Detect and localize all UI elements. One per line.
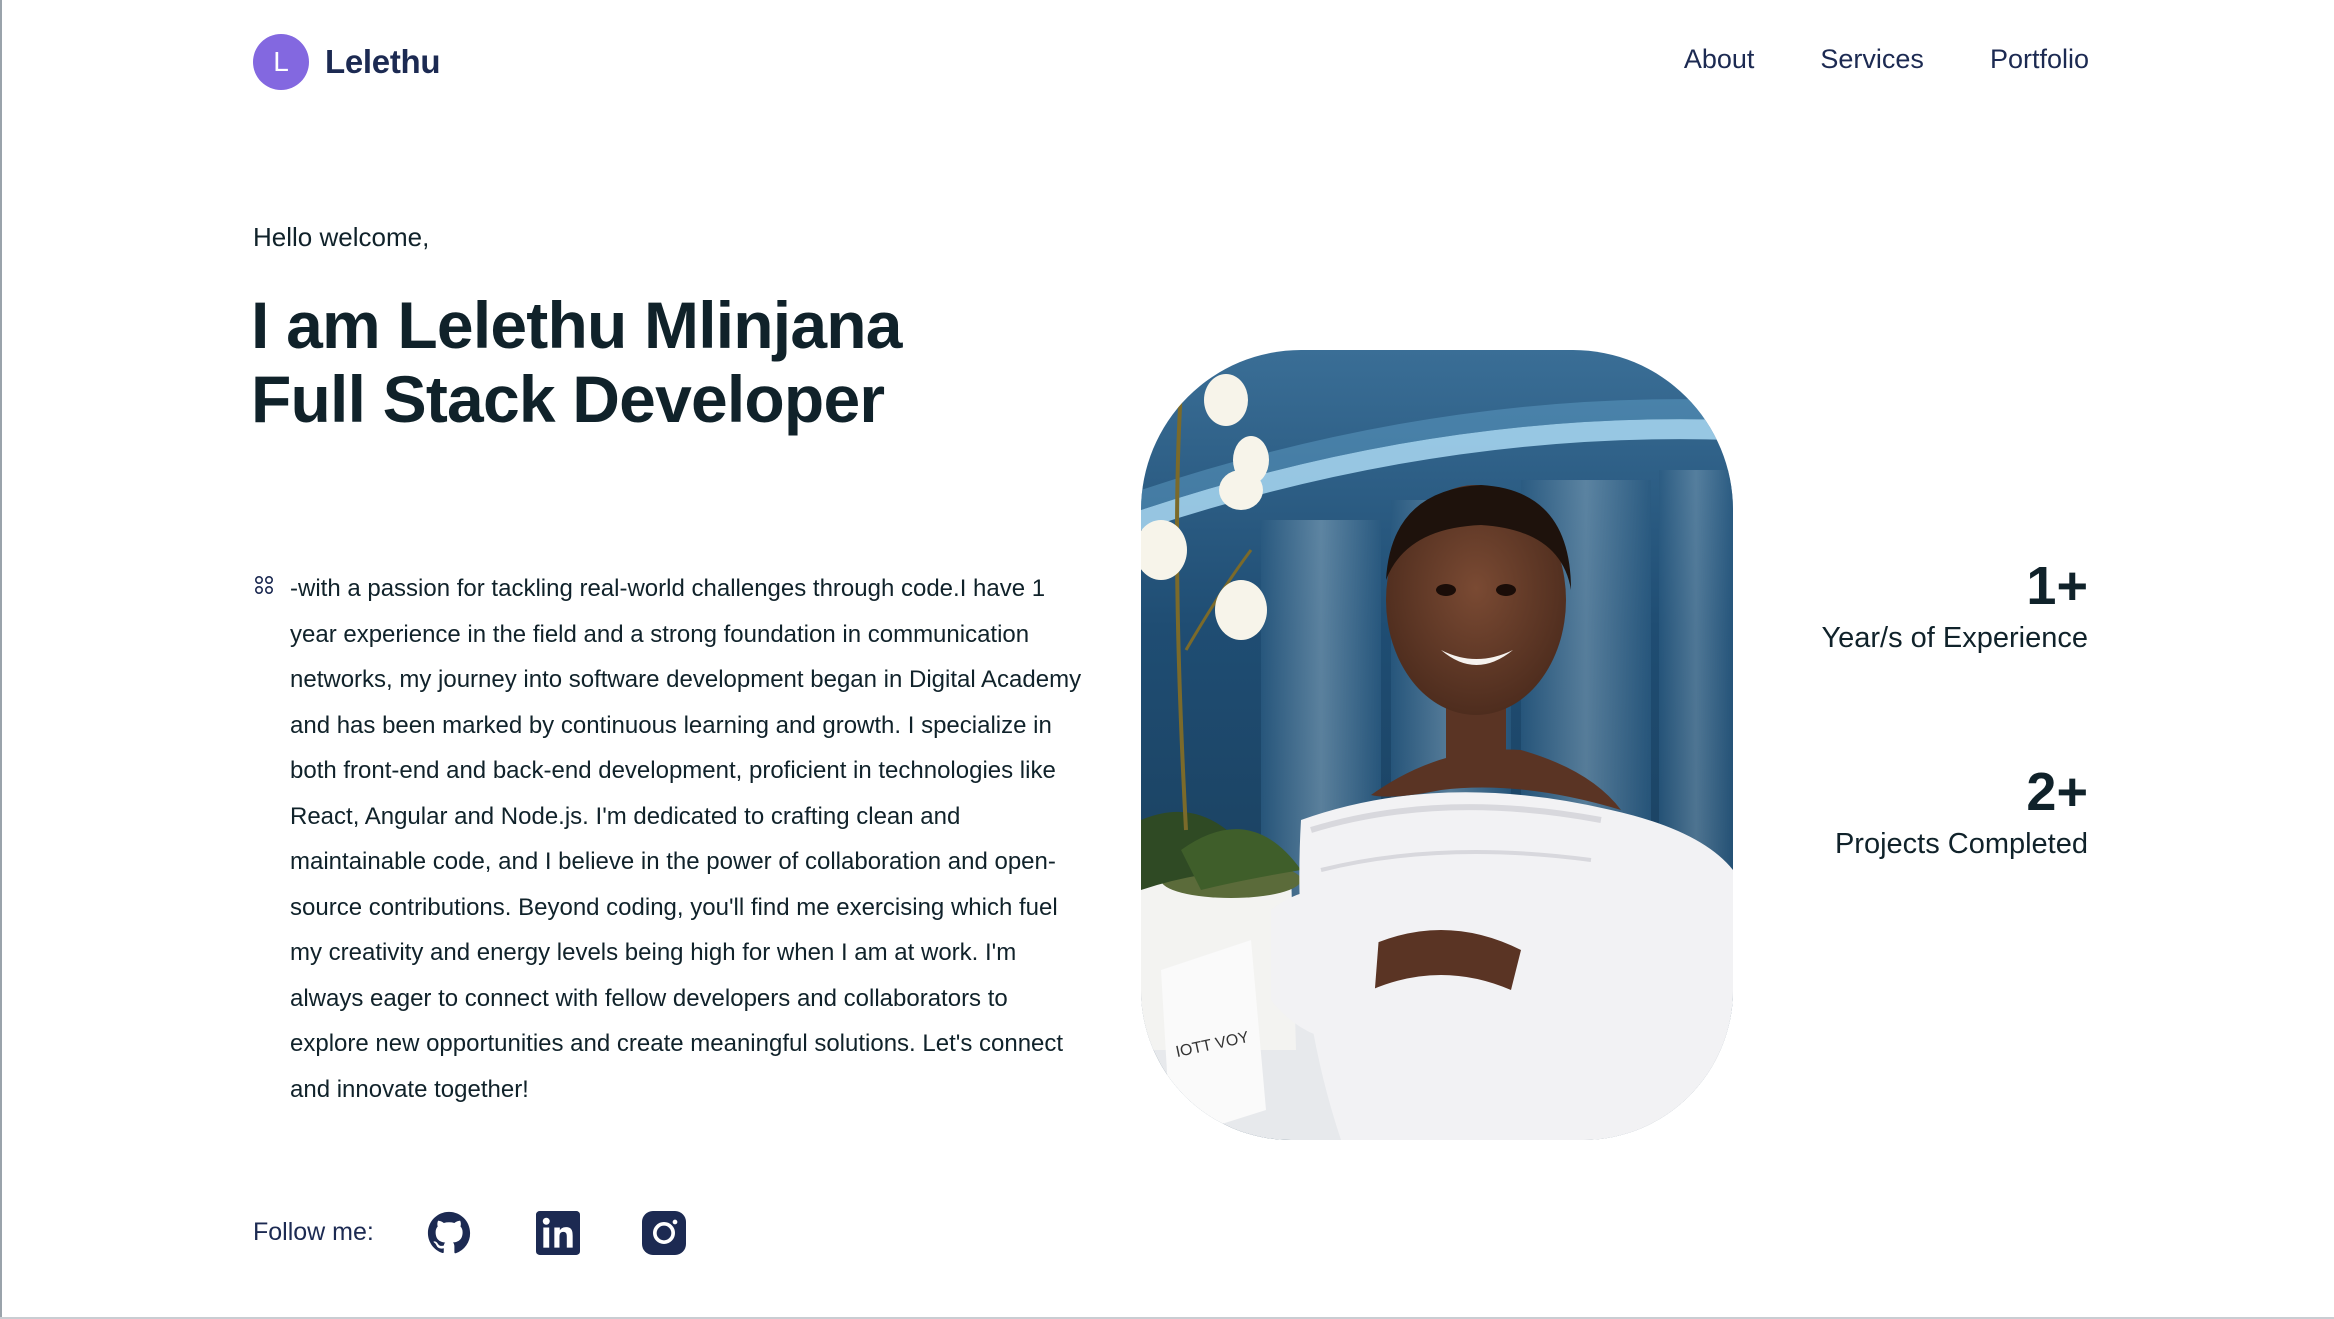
nav-services[interactable]: Services	[1820, 44, 1924, 75]
github-icon[interactable]	[427, 1211, 471, 1255]
follow-section: Follow me:	[253, 1218, 374, 1247]
brand-avatar: L	[253, 34, 309, 90]
brand-name: Lelethu	[325, 43, 441, 80]
main-nav: About Services Portfolio	[1684, 44, 2089, 75]
brand-logo[interactable]: L Lelethu	[253, 34, 441, 90]
stat-experience-label: Year/s of Experience	[1821, 622, 2088, 654]
follow-label: Follow me:	[253, 1218, 374, 1246]
nav-about[interactable]: About	[1684, 44, 1755, 75]
window-left-edge	[0, 0, 2, 1319]
stat-projects-value: 2+	[2026, 762, 2088, 822]
greeting-text: Hello welcome,	[253, 222, 430, 252]
profile-photo-illustration: IOTT VOY	[1141, 350, 1733, 1140]
bio-section: -with a passion for tackling real-world …	[254, 566, 1084, 1112]
instagram-icon[interactable]	[642, 1211, 686, 1255]
bio-paragraph: -with a passion for tackling real-world …	[290, 575, 1082, 1103]
stat-projects-label: Projects Completed	[1834, 828, 2088, 860]
nav-portfolio[interactable]: Portfolio	[1990, 44, 2089, 75]
hero-headline: I am Lelethu Mlinjana Full Stack Develop…	[251, 288, 902, 436]
headline-name: I am Lelethu Mlinjana	[251, 288, 902, 362]
headline-role: Full Stack Developer	[251, 362, 885, 436]
linkedin-icon[interactable]	[536, 1211, 580, 1255]
grid-dots-icon	[254, 575, 274, 595]
stat-projects: 2+ Projects Completed	[1835, 762, 2088, 861]
stat-experience-value: 1+	[2026, 556, 2088, 616]
stat-experience: 1+ Year/s of Experience	[1821, 556, 2088, 655]
profile-photo: IOTT VOY	[1141, 350, 1733, 1140]
